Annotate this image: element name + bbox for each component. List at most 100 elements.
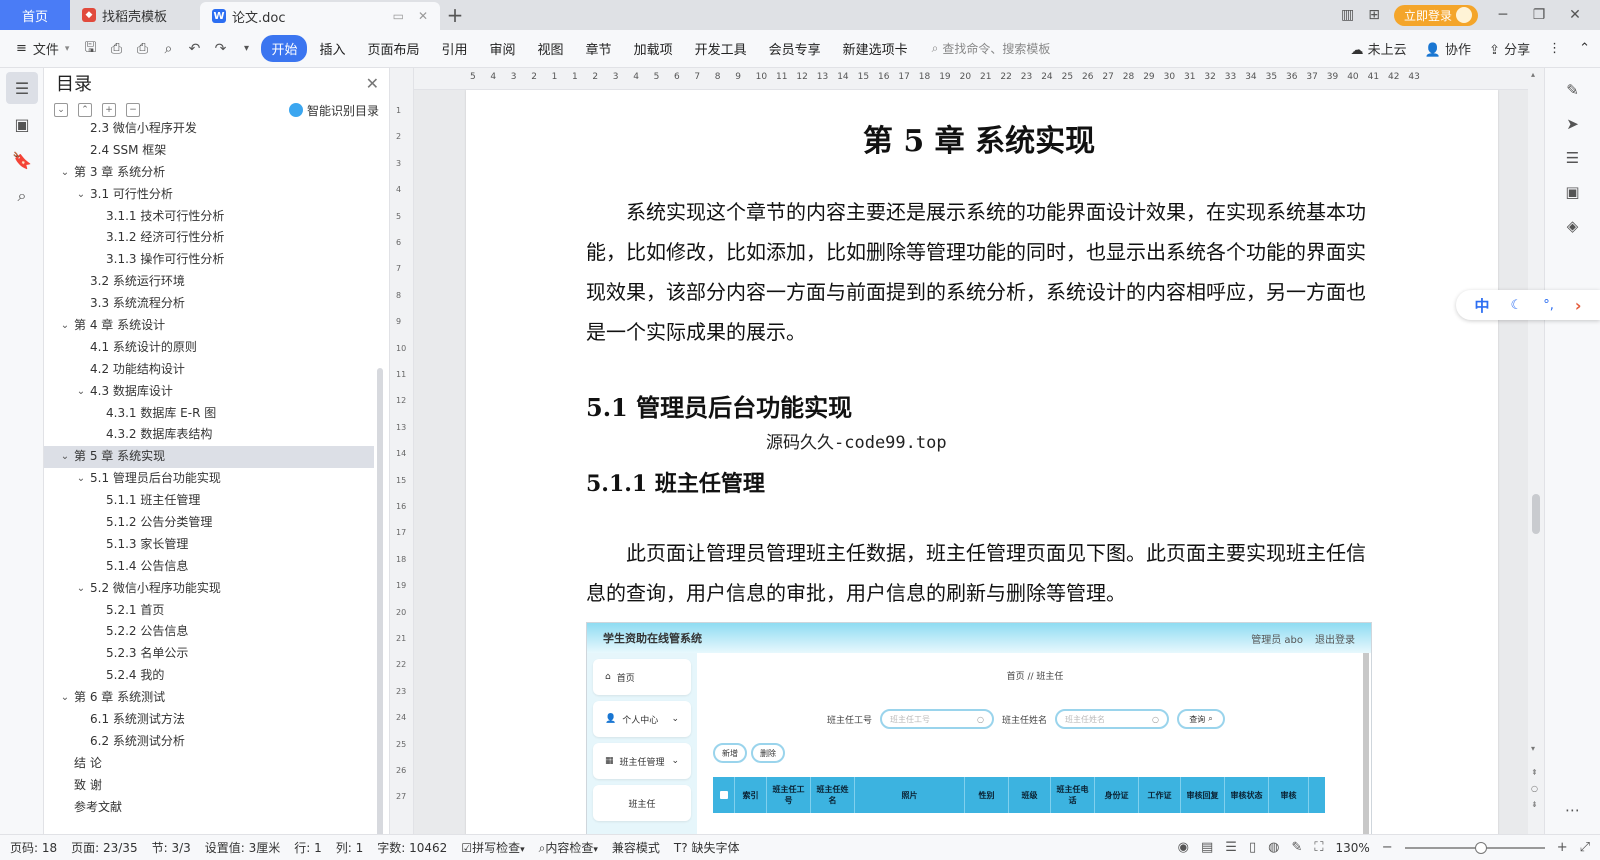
toc-item[interactable]: 5.2.2 公告信息	[44, 621, 374, 643]
toc-item[interactable]: 3.3 系统流程分析	[44, 293, 374, 315]
toc-item[interactable]: 5.1.3 家长管理	[44, 534, 374, 556]
web-view-icon[interactable]: ◍	[1268, 840, 1279, 855]
tab-document[interactable]: W 论文.doc ▭ ✕	[200, 2, 440, 30]
find-icon[interactable]: ⌕	[6, 180, 38, 212]
pen-icon[interactable]: ✎	[1291, 840, 1302, 855]
toc-item[interactable]: 6.2 系统测试分析	[44, 731, 374, 753]
compat-mode[interactable]: 兼容模式	[612, 839, 660, 856]
toc-item[interactable]: 参考文献	[44, 797, 374, 819]
collab-button[interactable]: 👤 协作	[1425, 39, 1471, 58]
edit-icon[interactable]: ✎	[1561, 78, 1585, 102]
remove-heading-icon[interactable]: −	[126, 103, 140, 117]
minimize-icon[interactable]: ─	[1492, 7, 1514, 23]
toc-item[interactable]: ⌄ 第 3 章 系统分析	[44, 162, 374, 184]
toc-item[interactable]: ⌄ 5.1 管理员后台功能实现	[44, 468, 374, 490]
redo-icon[interactable]: ↷	[209, 38, 231, 60]
ribbon-tab[interactable]: 新建选项卡	[833, 35, 918, 62]
status-setting[interactable]: 设置值: 3厘米	[205, 839, 281, 856]
chevron-down-icon[interactable]: ⌄	[58, 687, 72, 709]
toc-item[interactable]: 3.1.1 技术可行性分析	[44, 206, 374, 228]
apps-grid-icon[interactable]: ⊞	[1368, 7, 1380, 23]
save-icon[interactable]: 🖫	[79, 38, 101, 60]
page-view-icon[interactable]: ▤	[1201, 840, 1213, 855]
status-pages[interactable]: 页面: 23/35	[71, 839, 137, 856]
toc-item[interactable]: ⌄ 第 5 章 系统实现	[44, 446, 374, 469]
toc-item[interactable]: 2.3 微信小程序开发	[44, 118, 374, 140]
ribbon-tab[interactable]: 审阅	[480, 35, 526, 62]
fit-page-icon[interactable]: ⛶	[1314, 840, 1323, 855]
ribbon-tab[interactable]: 开发工具	[685, 35, 757, 62]
toc-item[interactable]: 2.4 SSM 框架	[44, 140, 374, 162]
toc-item[interactable]: 5.1.1 班主任管理	[44, 490, 374, 512]
chevron-down-icon[interactable]: ⌄	[58, 315, 72, 337]
eye-protection-icon[interactable]: ◉	[1178, 840, 1189, 855]
toc-close-icon[interactable]: ✕	[366, 74, 379, 93]
scroll-down-icon[interactable]: ▾	[1531, 744, 1535, 753]
toc-item[interactable]: 5.1.4 公告信息	[44, 556, 374, 578]
quick-access-menu-icon[interactable]: ▾	[235, 38, 257, 60]
prev-page-icon[interactable]: ⇞	[1531, 768, 1538, 777]
zoom-slider[interactable]	[1404, 841, 1545, 854]
toc-item[interactable]: 5.2.3 名单公示	[44, 643, 374, 665]
toc-item[interactable]: 6.1 系统测试方法	[44, 709, 374, 731]
select-browse-icon[interactable]: ○	[1531, 784, 1538, 793]
toc-item[interactable]: 3.1.3 操作可行性分析	[44, 249, 374, 271]
document-page[interactable]: 第 5 章 系统实现 系统实现这个章节的内容主要还是展示系统的功能界面设计效果，…	[466, 90, 1498, 834]
ime-toolbar[interactable]: 中 ☾ °, ›	[1456, 290, 1600, 320]
next-page-icon[interactable]: ⇟	[1531, 800, 1538, 809]
ime-language[interactable]: 中	[1475, 295, 1490, 316]
ribbon-tab[interactable]: 视图	[528, 35, 574, 62]
smart-toc-button[interactable]: 智能识别目录	[288, 102, 379, 119]
file-menu[interactable]: ≡ 文件 ▾	[10, 39, 75, 58]
status-word-count[interactable]: 字数: 10462	[377, 839, 447, 856]
toc-scrollbar[interactable]	[377, 368, 383, 860]
share-button[interactable]: ⇪ 分享	[1489, 39, 1530, 58]
toc-item[interactable]: 致 谢	[44, 775, 374, 797]
toc-item[interactable]: 3.1.2 经济可行性分析	[44, 227, 374, 249]
toc-item[interactable]: ⌄ 第 6 章 系统测试	[44, 687, 374, 709]
missing-font-button[interactable]: T? 缺失字体	[674, 839, 740, 856]
collapse-ribbon-icon[interactable]: ⌃	[1579, 41, 1590, 56]
ribbon-tab[interactable]: 开始	[261, 35, 308, 62]
chevron-down-icon[interactable]: ⌄	[74, 381, 88, 403]
command-search[interactable]: ⌕ 查找命令、搜索模板	[932, 40, 1051, 57]
content-check-button[interactable]: ⌕内容检查▾	[539, 839, 598, 856]
navigation-icon[interactable]: ▣	[6, 108, 38, 140]
export-pdf-icon[interactable]: ⎙	[105, 38, 127, 60]
login-button[interactable]: 立即登录	[1393, 4, 1478, 26]
toc-item[interactable]: 3.2 系统运行环境	[44, 271, 374, 293]
toc-item[interactable]: ⌄ 3.1 可行性分析	[44, 184, 374, 206]
more-icon[interactable]: ⋮	[1548, 41, 1561, 56]
ribbon-tab[interactable]: 章节	[576, 35, 622, 62]
read-view-icon[interactable]: ▯	[1249, 840, 1256, 855]
expand-all-icon[interactable]: ⌄	[54, 103, 68, 117]
chevron-down-icon[interactable]: ⌄	[74, 468, 88, 490]
window-close-icon[interactable]: ✕	[1564, 7, 1586, 23]
tab-template[interactable]: ◆ 找稻壳模板	[70, 0, 200, 30]
scroll-thumb[interactable]	[1532, 494, 1540, 534]
document-scrollbar[interactable]: ▴ ▾ ⇞ ○ ⇟	[1528, 68, 1544, 834]
zoom-in-icon[interactable]: +	[1557, 840, 1568, 855]
toc-item[interactable]: 5.2.4 我的	[44, 665, 374, 687]
status-section[interactable]: 节: 3/3	[152, 839, 191, 856]
toc-item[interactable]: ⌄ 5.2 微信小程序功能实现	[44, 578, 374, 600]
fullscreen-icon[interactable]: ⤢	[1580, 840, 1590, 855]
add-heading-icon[interactable]: +	[102, 103, 116, 117]
ribbon-tab[interactable]: 插入	[309, 35, 355, 62]
scroll-up-icon[interactable]: ▴	[1531, 70, 1535, 79]
status-page-code[interactable]: 页码: 18	[10, 839, 57, 856]
toc-item[interactable]: ⌄ 第 4 章 系统设计	[44, 315, 374, 337]
restore-icon[interactable]: ❐	[1528, 7, 1550, 23]
settings-sliders-icon[interactable]: ☰	[1561, 146, 1585, 170]
spell-check-button[interactable]: ☑拼写检查▾	[461, 839, 524, 856]
cloud-status[interactable]: ☁ 未上云	[1351, 39, 1407, 58]
print-icon[interactable]: ⎙	[131, 38, 153, 60]
tab-home[interactable]: 首页	[0, 0, 70, 30]
collapse-all-icon[interactable]: ⌃	[78, 103, 92, 117]
toc-item[interactable]: 4.1 系统设计的原则	[44, 337, 374, 359]
punctuation-icon[interactable]: °,	[1543, 298, 1554, 313]
tab-pin-icon[interactable]: ▭	[393, 9, 404, 23]
chevron-down-icon[interactable]: ⌄	[58, 446, 72, 468]
more-dots-icon[interactable]: ⋯	[1561, 798, 1585, 822]
undo-icon[interactable]: ↶	[183, 38, 205, 60]
